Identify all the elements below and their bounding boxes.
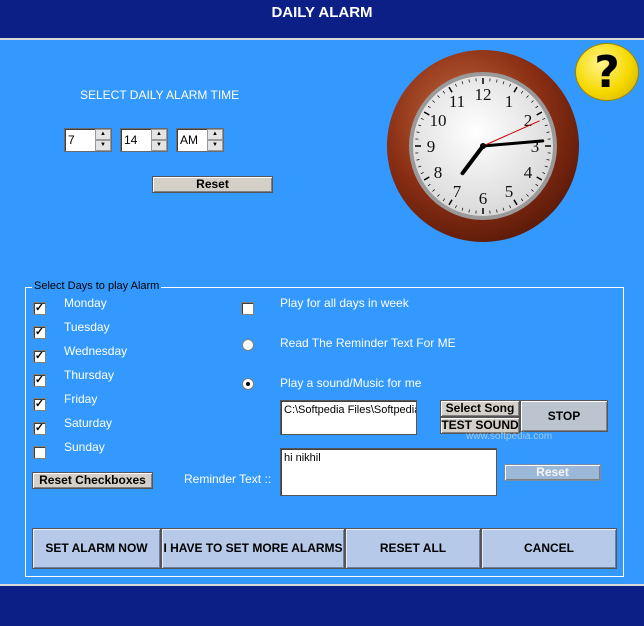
reminder-text-label: Reminder Text ::	[184, 472, 272, 486]
play-sound-label: Play a sound/Music for me	[280, 376, 422, 390]
day-label-saturday: Saturday	[64, 416, 113, 430]
day-checkbox-friday[interactable]: ✓	[33, 398, 46, 411]
day-checkbox-wednesday[interactable]: ✓	[33, 350, 46, 363]
hour-value: 7	[68, 133, 75, 147]
set-more-alarms-button[interactable]: I HAVE TO SET MORE ALARMS	[161, 528, 345, 569]
reset-checkboxes-button[interactable]: Reset Checkboxes	[32, 472, 153, 489]
clock-numeral: 11	[449, 92, 465, 111]
select-song-button[interactable]: Select Song	[440, 400, 520, 417]
ampm-spinner[interactable]: AM ▲ ▼	[176, 128, 224, 152]
radio-selected-dot	[246, 382, 250, 386]
day-checkbox-monday[interactable]: ✓	[33, 302, 46, 315]
stop-button[interactable]: STOP	[520, 400, 608, 432]
reminder-text-value: hi nikhil	[284, 452, 321, 464]
day-label-sunday: Sunday	[64, 440, 105, 454]
hour-down-arrow-icon[interactable]: ▼	[95, 140, 111, 151]
hour-spinner[interactable]: 7 ▲ ▼	[64, 128, 112, 152]
clock-numeral: 7	[453, 182, 462, 201]
minute-up-arrow-icon[interactable]: ▲	[151, 129, 167, 140]
window-title: DAILY ALARM	[271, 4, 373, 21]
clock-numeral: 6	[479, 189, 488, 208]
day-label-monday: Monday	[64, 296, 107, 310]
play-sound-radio[interactable]	[242, 378, 254, 390]
all-days-checkbox[interactable]	[241, 302, 254, 315]
day-label-wednesday: Wednesday	[64, 344, 128, 358]
day-checkbox-thursday[interactable]: ✓	[33, 374, 46, 387]
day-checkbox-tuesday[interactable]: ✓	[33, 326, 46, 339]
set-alarm-now-button[interactable]: SET ALARM NOW	[32, 528, 161, 569]
minute-value: 14	[124, 133, 138, 147]
day-checkbox-sunday[interactable]	[33, 446, 46, 459]
song-path-field[interactable]: C:\Softpedia Files\Softpedia	[280, 400, 417, 435]
clock-numeral: 1	[505, 92, 514, 111]
clock-numeral: 4	[524, 163, 533, 182]
hour-up-arrow-icon[interactable]: ▲	[95, 129, 111, 140]
help-glyph: ?	[594, 47, 620, 98]
clock-center	[480, 143, 486, 149]
read-reminder-radio[interactable]	[242, 339, 254, 351]
clock-numeral: 5	[505, 182, 514, 201]
song-path-value: C:\Softpedia Files\Softpedia	[284, 404, 417, 416]
day-label-friday: Friday	[64, 392, 98, 406]
day-checkbox-saturday[interactable]: ✓	[33, 422, 46, 435]
select-time-label: SELECT DAILY ALARM TIME	[80, 88, 240, 102]
clock-numeral: 12	[475, 85, 492, 104]
minute-down-arrow-icon[interactable]: ▼	[151, 140, 167, 151]
day-label-thursday: Thursday	[64, 368, 115, 382]
all-days-label: Play for all days in week	[280, 296, 409, 310]
clock-numeral: 9	[427, 137, 436, 156]
ampm-up-arrow-icon[interactable]: ▲	[207, 129, 223, 140]
reminder-text-field[interactable]: hi nikhil	[280, 448, 497, 496]
watermark-url: www.softpedia.com	[466, 431, 553, 442]
minute-spinner[interactable]: 14 ▲ ▼	[120, 128, 168, 152]
days-group-legend: Select Days to play Alarm	[32, 280, 162, 292]
reset-all-button[interactable]: RESET ALL	[345, 528, 481, 569]
reminder-reset-button[interactable]: Reset	[504, 464, 601, 481]
help-icon[interactable]: ?	[575, 43, 639, 101]
ampm-value: AM	[180, 133, 198, 147]
read-reminder-label: Read The Reminder Text For ME	[280, 336, 456, 350]
ampm-down-arrow-icon[interactable]: ▼	[207, 140, 223, 151]
time-reset-button[interactable]: Reset	[152, 176, 273, 193]
title-bar: DAILY ALARM	[0, 0, 644, 40]
day-label-tuesday: Tuesday	[64, 320, 110, 334]
clock-numeral: 8	[434, 163, 443, 182]
clock-numeral: 10	[429, 111, 446, 130]
cancel-button[interactable]: CANCEL	[481, 528, 617, 569]
status-bar	[0, 584, 644, 626]
analog-clock: 12 1234567891011	[387, 50, 579, 242]
